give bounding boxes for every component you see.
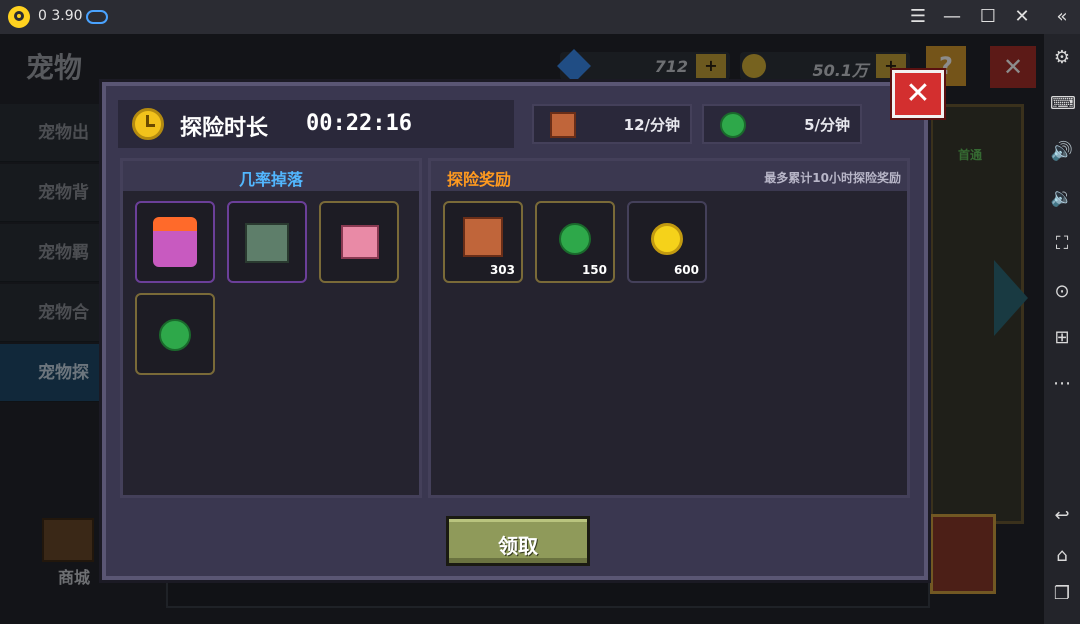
clock-icon: [132, 108, 164, 140]
pink-meat-icon: [341, 225, 379, 259]
meat-icon: [463, 217, 503, 257]
reward-slot-meat[interactable]: 303: [443, 201, 523, 283]
close-window-icon[interactable]: ✕: [1010, 5, 1034, 29]
reward-quantity: 303: [489, 263, 515, 277]
reward-slot-gold-coin[interactable]: 600: [627, 201, 707, 283]
gold-coin-icon: [651, 223, 683, 255]
maximize-icon[interactable]: ☐: [976, 5, 1000, 29]
drop-slot-zombie[interactable]: [227, 201, 307, 283]
drop-panel: 几率掉落: [120, 158, 422, 498]
meat-icon: [550, 112, 576, 138]
claim-button[interactable]: 领取: [446, 516, 590, 566]
settings-icon[interactable]: ⚙: [1050, 46, 1074, 70]
app-version-text: 0 3.90: [38, 8, 83, 24]
more-icon[interactable]: ⋯: [1050, 372, 1074, 396]
screenshot-icon[interactable]: ⛶: [1050, 232, 1074, 256]
meat-rate: 12/分钟: [623, 116, 680, 134]
close-icon: ✕: [905, 76, 931, 111]
green-gem-icon: [559, 223, 591, 255]
zombie-head-icon: [245, 223, 289, 263]
keyboard-icon[interactable]: ⌨: [1050, 92, 1076, 116]
reward-note: 最多累计10小时探险奖励: [764, 171, 901, 185]
drop-title: 几率掉落: [238, 170, 303, 189]
reward-slot-green-gem[interactable]: 150: [535, 201, 615, 283]
record-icon[interactable]: ⊙: [1050, 280, 1074, 304]
collapse-sidebar-icon[interactable]: «: [1050, 5, 1074, 29]
reward-title: 探险奖励: [447, 170, 512, 189]
drop-panel-header: 几率掉落: [123, 161, 419, 191]
drop-slot-green-gem[interactable]: [135, 293, 215, 375]
emulator-toolbar: ⚙ ⌨ 🔊 🔉 ⛶ ⊙ ⊞ ⋯ ↩ ⌂ ❐: [1044, 34, 1080, 624]
green-gem-icon: [720, 112, 746, 138]
explore-timer: 00:22:16: [306, 111, 412, 136]
home-icon[interactable]: ⌂: [1050, 544, 1074, 568]
minimize-icon[interactable]: —: [940, 5, 964, 29]
emulator-logo-icon: [8, 6, 30, 28]
drop-slot-fire-spirit[interactable]: [135, 201, 215, 283]
emulator-titlebar: 0 3.90 ☰ — ☐ ✕ «: [0, 0, 1080, 34]
explore-reward-dialog: 探险时长 00:22:16 12/分钟 5/分钟 ✕ 几率掉落 探险奖励 最多累…: [102, 70, 944, 580]
rate-gem: 5/分钟: [702, 104, 862, 144]
dialog-title: 探险时长: [180, 116, 269, 141]
reward-panel-header: 探险奖励 最多累计10小时探险奖励: [431, 161, 907, 191]
dialog-close-button[interactable]: ✕: [892, 70, 944, 118]
menu-icon[interactable]: ☰: [906, 5, 930, 29]
volume-up-icon[interactable]: 🔊: [1050, 140, 1074, 164]
dialog-header: 探险时长 00:22:16: [118, 100, 514, 148]
drop-slot-pink-meat[interactable]: [319, 201, 399, 283]
multi-window-icon[interactable]: ⊞: [1050, 326, 1074, 350]
reward-panel: 探险奖励 最多累计10小时探险奖励 303 150 600: [428, 158, 910, 498]
rate-meat: 12/分钟: [532, 104, 692, 144]
recent-apps-icon[interactable]: ❐: [1050, 582, 1074, 606]
reward-quantity: 600: [673, 263, 699, 277]
fire-spirit-icon: [153, 217, 197, 267]
gamepad-icon[interactable]: [86, 10, 108, 24]
volume-down-icon[interactable]: 🔉: [1050, 186, 1074, 210]
green-gem-icon: [159, 319, 191, 351]
gem-rate: 5/分钟: [804, 116, 850, 134]
back-icon[interactable]: ↩: [1050, 504, 1074, 528]
claim-label: 领取: [498, 534, 538, 558]
reward-quantity: 150: [581, 263, 607, 277]
